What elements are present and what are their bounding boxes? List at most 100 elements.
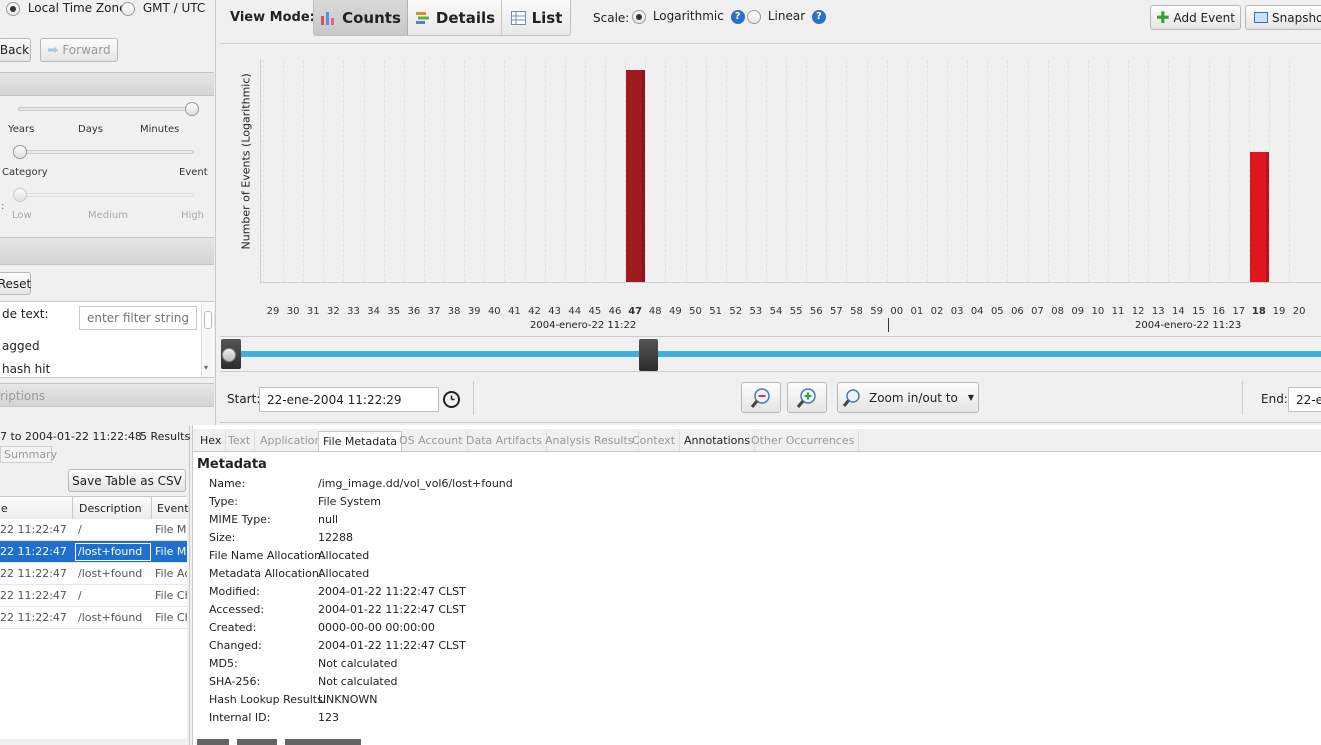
column-divider[interactable] <box>72 497 73 520</box>
metadata-key: Changed: <box>209 639 262 652</box>
tab-text[interactable]: Text <box>224 431 256 451</box>
help-icon[interactable]: ? <box>811 9 826 24</box>
results-range-text: 7 to 2004-01-22 11:22:48 <box>0 430 142 443</box>
chart-x-tick-label: 33 <box>347 306 360 317</box>
chart-gridline <box>605 60 607 282</box>
range-divider <box>473 381 474 415</box>
range-slider-track[interactable] <box>222 351 1321 357</box>
chart-group-label: 2004-enero-22 11:22 <box>530 320 637 331</box>
tab-other-occurrences[interactable]: Other Occurrences <box>747 431 860 451</box>
timezone-local-radio[interactable] <box>6 1 20 16</box>
zoom-out-button[interactable] <box>741 382 781 413</box>
timezone-gmt-option[interactable]: GMT / UTC <box>121 1 205 17</box>
tab-file-metadata[interactable]: File Metadata <box>318 431 402 451</box>
forward-button[interactable]: ➡ Forward <box>40 38 118 62</box>
filters-scrollbar[interactable]: ▾ <box>201 303 213 377</box>
zoom-to-dropdown[interactable]: Zoom in/out to ▼ <box>837 382 979 413</box>
time-unit-slider-thumb[interactable] <box>185 102 199 116</box>
summary-tab[interactable]: Summary <box>0 446 57 463</box>
range-slider-knob[interactable] <box>222 348 236 362</box>
chart-gridline <box>1269 60 1270 282</box>
zoom-panel-header[interactable] <box>0 72 214 96</box>
tagged-filter-label: agged <box>2 339 40 353</box>
scale-logarithmic-option[interactable]: Logarithmic ? <box>632 9 745 26</box>
metadata-value: 123 <box>318 711 339 724</box>
chart-x-tick-label: 34 <box>367 306 380 317</box>
type-hierarchy-slider[interactable] <box>18 150 194 154</box>
chart-gridline <box>1128 60 1130 282</box>
chart-x-tick-label: 19 <box>1272 306 1286 317</box>
chart-x-tick-label: 10 <box>1091 306 1105 317</box>
metadata-value: Allocated <box>318 567 370 580</box>
scroll-down-icon[interactable]: ▾ <box>204 363 208 372</box>
chart-gridline <box>423 60 425 282</box>
column-divider[interactable] <box>151 497 152 520</box>
back-button[interactable]: Back <box>0 38 31 62</box>
column-header-description[interactable]: Description <box>79 502 142 515</box>
metadata-value: Not calculated <box>318 657 398 670</box>
tab-application[interactable]: Application <box>256 431 327 451</box>
chart-gridline <box>725 60 727 282</box>
tab-hex[interactable]: Hex <box>196 431 227 451</box>
chart-x-tick-label: 04 <box>970 306 984 317</box>
linear-radio[interactable] <box>747 9 761 24</box>
chart-x-tick-label: 31 <box>306 306 320 317</box>
chart-x-tick-label: 07 <box>1031 306 1044 317</box>
tab-annotations[interactable]: Annotations <box>680 431 756 451</box>
description-level-slider[interactable] <box>18 193 194 197</box>
add-event-button[interactable]: ✚ Add Event <box>1150 5 1241 30</box>
descriptions-header-label: riptions <box>0 389 46 403</box>
description-level-slider-thumb[interactable] <box>13 188 27 202</box>
start-time-field[interactable] <box>259 387 439 412</box>
table-row[interactable]: 22 11:22:47 / File Mo <box>0 519 187 541</box>
list-view-button[interactable]: List <box>503 0 570 35</box>
timezone-gmt-radio[interactable] <box>121 1 135 16</box>
table-row-selected[interactable]: 22 11:22:47 /lost+found File Mo <box>0 541 187 563</box>
type-hierarchy-slider-thumb[interactable] <box>13 145 27 159</box>
filter-text-input[interactable] <box>79 306 197 330</box>
logarithmic-radio[interactable] <box>632 9 646 24</box>
time-unit-slider[interactable] <box>18 107 194 111</box>
counts-view-button[interactable]: Counts <box>314 0 408 35</box>
column-header-time[interactable]: e <box>1 502 8 515</box>
results-table-header: e Description Event <box>0 496 189 520</box>
chart-gridline <box>926 60 928 282</box>
help-icon[interactable]: ? <box>730 9 745 24</box>
chart-gridline <box>1047 60 1049 282</box>
chart-bar[interactable] <box>1249 152 1269 282</box>
timezone-gmt-label: GMT / UTC <box>142 1 206 15</box>
chart-bar[interactable] <box>626 70 646 282</box>
description-level-prefix: : <box>1 201 5 212</box>
scale-linear-option[interactable]: Linear ? <box>747 9 826 26</box>
chart-gridline <box>1148 60 1150 282</box>
metadata-key: MD5: <box>209 657 238 670</box>
tab-data-artifacts[interactable]: Data Artifacts <box>462 431 547 451</box>
timezone-local-option[interactable]: Local Time Zone <box>6 1 126 17</box>
filters-panel-header[interactable] <box>0 237 214 265</box>
chart-plot-area[interactable] <box>260 59 1321 283</box>
end-time-field[interactable] <box>1288 387 1321 412</box>
list-icon <box>510 10 526 25</box>
range-slider-handle-right[interactable] <box>639 339 658 371</box>
reset-button[interactable]: Reset <box>0 272 31 295</box>
details-view-button[interactable]: Details <box>409 0 502 35</box>
filters-scrollbar-thumb[interactable] <box>204 311 212 329</box>
tab-os-account[interactable]: OS Account <box>395 431 468 451</box>
column-header-event[interactable]: Event <box>157 502 189 515</box>
scale-label-high: High <box>181 210 204 221</box>
tab-context[interactable]: Context <box>628 431 681 451</box>
zoom-in-button[interactable] <box>787 382 827 413</box>
snapshot-button[interactable]: Snapshot <box>1245 5 1321 30</box>
save-table-csv-button[interactable]: Save Table as CSV <box>68 469 186 492</box>
metadata-value: Not calculated <box>318 675 398 688</box>
table-row[interactable]: 22 11:22:47 /lost+found File Ac <box>0 563 187 585</box>
table-row[interactable]: 22 11:22:47 /lost+found File Ch <box>0 607 187 629</box>
tab-analysis-results[interactable]: Analysis Results <box>541 431 639 451</box>
descriptions-panel-header[interactable]: riptions <box>0 383 214 407</box>
metadata-value: 2004-01-22 11:22:47 CLST <box>318 585 466 598</box>
table-row[interactable]: 22 11:22:47 / File Ch <box>0 585 187 607</box>
chart-gridline <box>263 60 264 282</box>
chart-x-tick-label: 58 <box>850 306 863 317</box>
start-time-picker[interactable] <box>443 391 460 408</box>
metadata-title: Metadata <box>197 457 267 472</box>
